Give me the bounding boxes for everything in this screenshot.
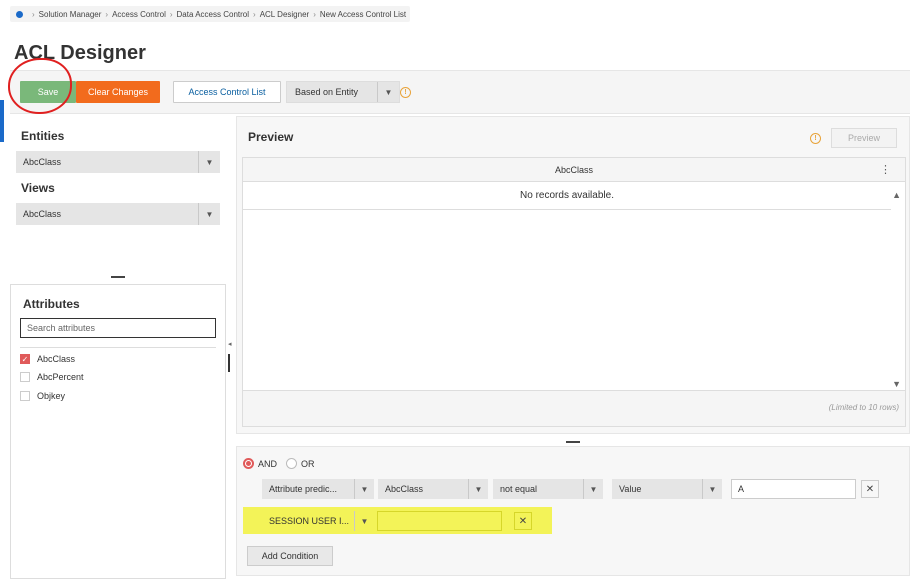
views-select[interactable]: AbcClass ▼ xyxy=(16,203,220,225)
attributes-title: Attributes xyxy=(23,297,80,311)
based-on-value: Based on Entity xyxy=(295,87,359,97)
splitter-handle[interactable] xyxy=(111,276,125,278)
divider xyxy=(20,347,216,348)
scroll-up-icon[interactable]: ▲ xyxy=(892,190,901,200)
column-menu-icon[interactable]: ⋮ xyxy=(880,163,891,176)
checkbox-checked-icon[interactable]: ✓ xyxy=(20,354,30,364)
or-radio[interactable]: OR xyxy=(286,458,315,469)
chevron-down-icon[interactable]: ▼ xyxy=(702,479,722,499)
chevron-down-icon[interactable]: ▼ xyxy=(198,151,220,173)
collapse-left-icon[interactable]: ◂ xyxy=(228,340,232,348)
entities-views-panel: Entities AbcClass ▼ Views AbcClass ▼ xyxy=(10,118,226,276)
attribute-item[interactable]: AbcPercent xyxy=(20,372,84,382)
annotation-circle xyxy=(8,58,72,114)
checkbox-icon[interactable] xyxy=(20,391,30,401)
remove-condition-button[interactable]: ✕ xyxy=(514,512,532,530)
chevron-right-icon: › xyxy=(32,9,35,19)
preview-button[interactable]: Preview xyxy=(831,128,897,148)
views-title: Views xyxy=(21,181,55,195)
add-condition-button[interactable]: Add Condition xyxy=(247,546,333,566)
attribute-item[interactable]: Objkey xyxy=(20,391,65,401)
entities-value: AbcClass xyxy=(23,157,62,167)
search-attributes-input[interactable]: Search attributes xyxy=(20,318,216,338)
nav-indicator xyxy=(0,100,4,142)
chevron-down-icon[interactable]: ▼ xyxy=(583,479,603,499)
condition-type-select[interactable]: Attribute predic... ▼ xyxy=(262,479,374,499)
chevron-down-icon[interactable]: ▼ xyxy=(198,203,220,225)
chevron-down-icon[interactable]: ▼ xyxy=(468,479,488,499)
access-control-list-button[interactable]: Access Control List xyxy=(173,81,281,103)
and-radio[interactable]: AND xyxy=(243,458,277,469)
chevron-right-icon: › xyxy=(313,9,316,19)
breadcrumb-item[interactable]: Access Control xyxy=(112,10,166,19)
grid-header: AbcClass xyxy=(243,158,905,182)
chevron-right-icon: › xyxy=(253,9,256,19)
breadcrumb-item[interactable]: Solution Manager xyxy=(39,10,102,19)
checkbox-icon[interactable] xyxy=(20,372,30,382)
breadcrumb-item[interactable]: ACL Designer xyxy=(260,10,310,19)
chevron-right-icon: › xyxy=(169,9,173,19)
empty-message: No records available. xyxy=(243,182,891,210)
breadcrumb-item[interactable]: Data Access Control xyxy=(177,10,249,19)
attribute-select[interactable]: AbcClass ▼ xyxy=(378,479,488,499)
attribute-label: AbcPercent xyxy=(37,372,84,382)
home-icon[interactable] xyxy=(16,10,23,18)
views-value: AbcClass xyxy=(23,209,62,219)
value-type-value: Value xyxy=(619,484,642,494)
vertical-splitter[interactable] xyxy=(228,354,230,372)
condition-type-value: Attribute predic... xyxy=(269,484,338,494)
condition-type-value: SESSION USER I... xyxy=(269,516,350,526)
chevron-down-icon[interactable]: ▼ xyxy=(354,479,374,499)
splitter-handle[interactable] xyxy=(566,441,580,443)
based-on-select[interactable]: Based on Entity ▼ xyxy=(286,81,400,103)
grid-footer: (Limited to 10 rows) xyxy=(243,390,905,426)
preview-panel: Preview ! Preview AbcClass ⋮ No records … xyxy=(236,116,910,434)
and-label: AND xyxy=(258,458,278,469)
info-icon[interactable]: ! xyxy=(810,133,821,144)
or-label: OR xyxy=(301,458,315,469)
radio-icon[interactable] xyxy=(286,458,297,469)
breadcrumb-item-current: New Access Control List xyxy=(319,9,407,19)
info-icon[interactable]: ! xyxy=(400,87,411,98)
scroll-down-icon[interactable]: ▼ xyxy=(892,379,901,389)
attribute-label: Objkey xyxy=(37,391,66,401)
toolbar: Save Clear Changes Access Control List B… xyxy=(10,70,910,114)
chevron-down-icon[interactable]: ▼ xyxy=(377,82,399,102)
session-value-input[interactable] xyxy=(377,511,502,531)
attribute-item[interactable]: ✓ AbcClass xyxy=(20,354,75,364)
chevron-right-icon: › xyxy=(105,9,109,19)
preview-title: Preview xyxy=(248,130,294,144)
entities-title: Entities xyxy=(21,129,65,143)
breadcrumb: › Solution Manager › Access Control › Da… xyxy=(10,6,410,22)
operator-select[interactable]: not equal ▼ xyxy=(493,479,603,499)
column-header[interactable]: AbcClass xyxy=(555,165,593,175)
clear-changes-button[interactable]: Clear Changes xyxy=(76,81,160,103)
value-type-select[interactable]: Value ▼ xyxy=(612,479,722,499)
attribute-label: AbcClass xyxy=(37,354,76,364)
limit-note: (Limited to 10 rows) xyxy=(828,403,899,412)
attribute-value: AbcClass xyxy=(385,484,424,494)
condition-type-select[interactable]: SESSION USER I... ▼ xyxy=(262,511,374,531)
remove-condition-button[interactable]: ✕ xyxy=(861,480,879,498)
radio-selected-icon[interactable] xyxy=(243,458,254,469)
chevron-down-icon[interactable]: ▼ xyxy=(354,511,374,531)
attributes-panel: Attributes Search attributes ✓ AbcClass … xyxy=(10,284,226,579)
preview-grid: AbcClass ⋮ No records available. ▲ ▼ (Li… xyxy=(242,157,906,427)
condition-value-input[interactable]: A xyxy=(731,479,856,499)
entities-select[interactable]: AbcClass ▼ xyxy=(16,151,220,173)
operator-value: not equal xyxy=(500,484,538,494)
